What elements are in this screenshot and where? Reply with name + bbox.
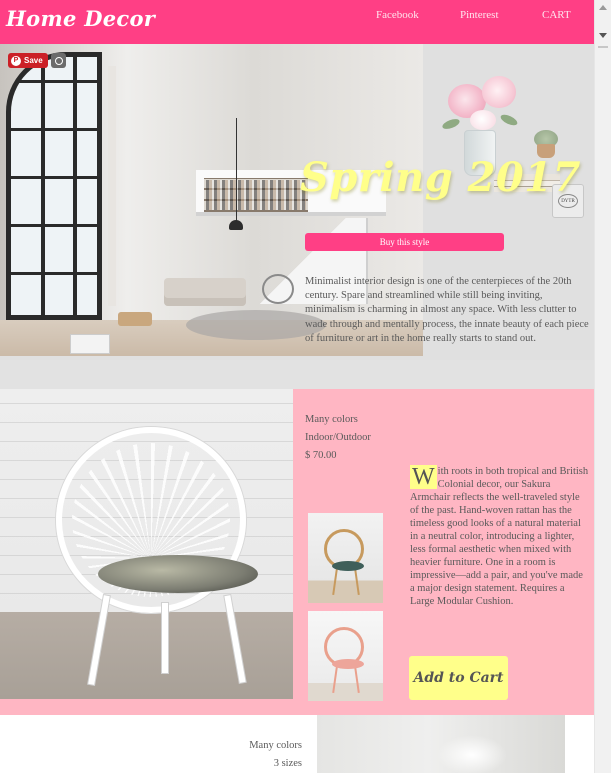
product-description-text: ith roots in both tropical and British C… — [410, 466, 589, 607]
nav-pinterest-link[interactable]: Pinterest — [460, 9, 499, 21]
product-thumbnail-natural[interactable] — [308, 513, 383, 603]
page-scrollbar[interactable] — [594, 0, 611, 773]
product-meta: Many colors Indoor/Outdoor $ 70.00 — [305, 411, 371, 465]
save-label: Save — [24, 56, 43, 65]
next-product-meta: Many colors 3 sizes — [249, 737, 302, 773]
chair-cushion — [98, 555, 258, 593]
visual-search-icon[interactable] — [51, 53, 66, 68]
add-to-cart-button[interactable]: Add to Cart — [409, 656, 508, 700]
nav-facebook-link[interactable]: Facebook — [376, 9, 419, 21]
scroll-down-arrow-icon[interactable] — [599, 33, 607, 38]
next-product-colors: Many colors — [249, 740, 302, 751]
product-colors: Many colors — [305, 414, 358, 425]
product-thumbnail-pink[interactable] — [308, 611, 383, 701]
product-price: $ 70.00 — [305, 450, 337, 461]
next-product-sizes: 3 sizes — [273, 758, 302, 769]
hero-description: Minimalist interior design is one of the… — [305, 276, 589, 344]
scrollbar-thumb[interactable] — [598, 46, 608, 48]
sofa — [164, 278, 246, 306]
next-product-image — [317, 715, 565, 773]
product-section: Many colors Indoor/Outdoor $ 70.00 With … — [0, 389, 594, 715]
pinterest-save-button[interactable]: P Save — [8, 53, 48, 68]
hero-section: P Save DYTR Spring 2017 Buy this style M… — [0, 44, 594, 360]
pendant-lamp — [229, 220, 243, 230]
product-usage: Indoor/Outdoor — [305, 432, 371, 443]
site-header: Home Decor Facebook Pinterest CART — [0, 0, 594, 44]
arched-window — [6, 52, 102, 320]
hero-title: Spring 2017 — [300, 154, 581, 201]
product-description: With roots in both tropical and British … — [410, 465, 590, 608]
scroll-up-arrow-icon[interactable] — [599, 5, 607, 10]
site-logo[interactable]: Home Decor — [6, 6, 155, 31]
rattan-chair-main-image — [0, 389, 293, 699]
next-product-section: Many colors 3 sizes — [0, 715, 594, 773]
pinterest-icon: P — [11, 55, 21, 66]
drop-cap: W — [410, 464, 437, 490]
buy-this-style-button[interactable]: Buy this style — [305, 233, 504, 251]
nav-cart-link[interactable]: CART — [542, 9, 571, 21]
